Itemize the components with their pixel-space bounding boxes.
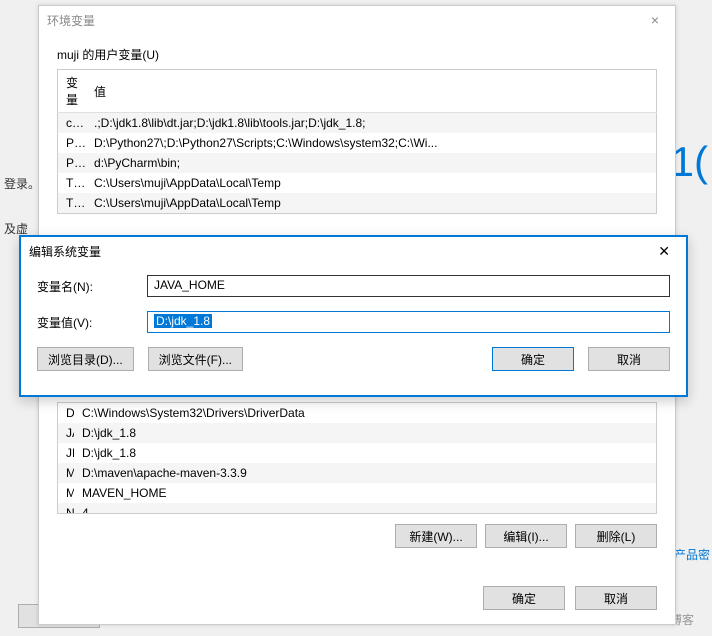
table-row[interactable]: TMPC:\Users\muji\AppData\Local\Temp bbox=[58, 193, 657, 214]
env-cancel-button[interactable]: 取消 bbox=[575, 586, 657, 610]
user-vars-label: muji 的用户变量(U) bbox=[57, 46, 657, 63]
col-value[interactable]: 值 bbox=[86, 70, 656, 113]
close-icon[interactable]: ✕ bbox=[650, 241, 678, 262]
table-row[interactable]: JAVA_HOMED:\jdk_1.8 bbox=[58, 423, 656, 443]
close-icon[interactable]: × bbox=[643, 10, 667, 30]
env-ok-button[interactable]: 确定 bbox=[483, 586, 565, 610]
var-name-label: 变量名(N): bbox=[37, 278, 147, 295]
edit-sysvar-button[interactable]: 编辑(I)... bbox=[485, 524, 567, 548]
user-vars-table[interactable]: 变量 值 classpath.;D:\jdk1.8\lib\dt.jar;D:\… bbox=[57, 69, 657, 214]
table-row[interactable]: PyCharm Community Editiond:\PyCharm\bin; bbox=[58, 153, 657, 173]
edit-cancel-button[interactable]: 取消 bbox=[588, 347, 670, 371]
var-value-input[interactable]: D:\jdk_1.8 bbox=[147, 311, 670, 333]
bg-login-text: 登录。 bbox=[4, 175, 40, 192]
env-titlebar: 环境变量 × bbox=[39, 6, 675, 34]
bg-win10-fragment: 1( bbox=[671, 138, 708, 186]
delete-sysvar-button[interactable]: 删除(L) bbox=[575, 524, 657, 548]
table-row[interactable]: DriverDataC:\Windows\System32\Drivers\Dr… bbox=[58, 403, 656, 423]
table-row[interactable]: classpath.;D:\jdk1.8\lib\dt.jar;D:\jdk1.… bbox=[58, 113, 657, 134]
new-sysvar-button[interactable]: 新建(W)... bbox=[395, 524, 477, 548]
bg-product-link[interactable]: 产品密 bbox=[674, 546, 710, 563]
system-vars-table[interactable]: DriverDataC:\Windows\System32\Drivers\Dr… bbox=[58, 403, 656, 514]
env-title: 环境变量 bbox=[47, 12, 95, 29]
col-variable[interactable]: 变量 bbox=[58, 70, 87, 113]
edit-dialog-title: 编辑系统变量 bbox=[29, 243, 101, 260]
browse-file-button[interactable]: 浏览文件(F)... bbox=[148, 347, 243, 371]
edit-ok-button[interactable]: 确定 bbox=[492, 347, 574, 371]
edit-titlebar: 编辑系统变量 ✕ bbox=[21, 237, 686, 265]
var-name-input[interactable]: JAVA_HOME bbox=[147, 275, 670, 297]
table-row[interactable]: MAVEN_HOMEMAVEN_HOME bbox=[58, 483, 656, 503]
table-row[interactable]: TEMPC:\Users\muji\AppData\Local\Temp bbox=[58, 173, 657, 193]
edit-system-variable-dialog: 编辑系统变量 ✕ 变量名(N): JAVA_HOME 变量值(V): D:\jd… bbox=[19, 235, 688, 397]
table-row[interactable]: NUMBER_OF_PROCESSORS4 bbox=[58, 503, 656, 514]
browse-directory-button[interactable]: 浏览目录(D)... bbox=[37, 347, 134, 371]
table-row[interactable]: PathD:\Python27\;D:\Python27\Scripts;C:\… bbox=[58, 133, 657, 153]
table-row[interactable]: M2_HOMED:\maven\apache-maven-3.3.9 bbox=[58, 463, 656, 483]
system-vars-table-wrap: DriverDataC:\Windows\System32\Drivers\Dr… bbox=[57, 402, 657, 514]
var-value-label: 变量值(V): bbox=[37, 314, 147, 331]
table-row[interactable]: JRE_HOMED:\jdk_1.8 bbox=[58, 443, 656, 463]
